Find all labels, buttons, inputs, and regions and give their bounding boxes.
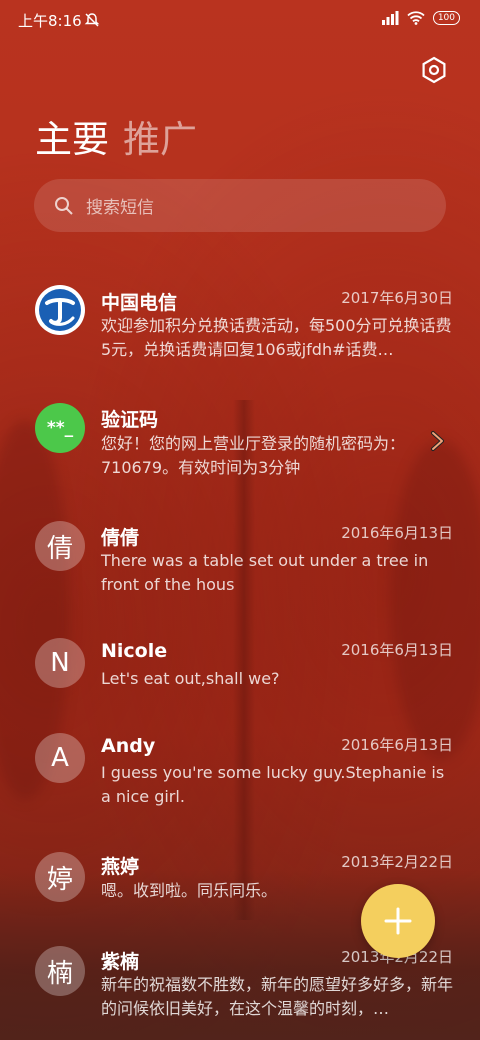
sender-name: Nicole [101,640,168,662]
conversation-item[interactable]: **_ 验证码 您好！您的网上营业厅登录的随机密码为：710679。有效时间为3… [0,400,480,490]
message-snippet: There was a table set out under a tree i… [101,551,429,594]
search-placeholder: 搜索短信 [86,198,154,218]
sender-name: 倩倩 [101,527,140,549]
sender-name: 燕婷 [101,856,140,878]
message-date: 2016年6月13日 [341,524,453,542]
conversation-item[interactable]: A Andy 2016年6月13日 I guess you're some lu… [0,730,480,820]
status-bar: 上午8:16 100 [0,0,480,40]
verification-code-avatar: **_ [35,403,85,453]
new-message-button[interactable] [361,884,435,958]
search-icon [55,196,73,215]
conversation-item[interactable]: 中国电信 2017年6月30日 欢迎参加积分兑换话费活动，每500分可兑换话费5… [0,280,480,370]
conversation-item[interactable]: N Nicole 2016年6月13日 Let's eat out,shall … [0,635,480,695]
telecom-logo-icon [39,289,81,331]
tab-bar: 主要 推广 [35,115,197,165]
sender-name: Andy [101,735,156,757]
contact-avatar: 婷 [35,852,85,902]
tab-promotions[interactable]: 推广 [123,115,197,165]
contact-avatar: 楠 [35,946,85,996]
contact-avatar: A [35,733,85,783]
search-bar[interactable]: 搜索短信 [34,179,446,232]
contact-avatar: 倩 [35,521,85,571]
message-date: 2017年6月30日 [341,289,453,307]
message-date: 2016年6月13日 [341,641,453,659]
settings-hexagon-icon[interactable] [420,56,448,84]
battery-indicator: 100 [432,11,460,25]
status-time: 上午8:16 [18,12,82,30]
message-date: 2016年6月13日 [341,736,453,754]
message-snippet: 欢迎参加积分兑换话费活动，每500分可兑换话费5元，兑换话费请回复106或jfd… [101,316,452,359]
sender-name: 中国电信 [101,292,178,314]
mute-icon [84,13,100,27]
message-snippet: 新年的祝福数不胜数，新年的愿望好多好多，新年的问候依旧美好，在这个温馨的时刻，… [101,975,454,1018]
message-snippet: I guess you're some lucky guy.Stephanie … [101,763,445,806]
sender-name: 验证码 [101,409,159,431]
message-date: 2013年2月22日 [341,853,453,871]
contact-avatar: N [35,638,85,688]
sender-name: 紫楠 [101,951,140,973]
conversation-item[interactable]: 倩 倩倩 2016年6月13日 There was a table set ou… [0,518,480,608]
chevron-right-icon[interactable] [430,430,446,452]
wifi-icon [407,11,425,25]
signal-icon [381,11,399,25]
message-snippet: Let's eat out,shall we? [101,669,280,688]
message-snippet: 您好！您的网上营业厅登录的随机密码为：710679。有效时间为3分钟 [101,434,406,477]
telecom-logo-avatar [35,285,85,335]
plus-icon [384,907,412,935]
tab-primary[interactable]: 主要 [35,115,109,165]
